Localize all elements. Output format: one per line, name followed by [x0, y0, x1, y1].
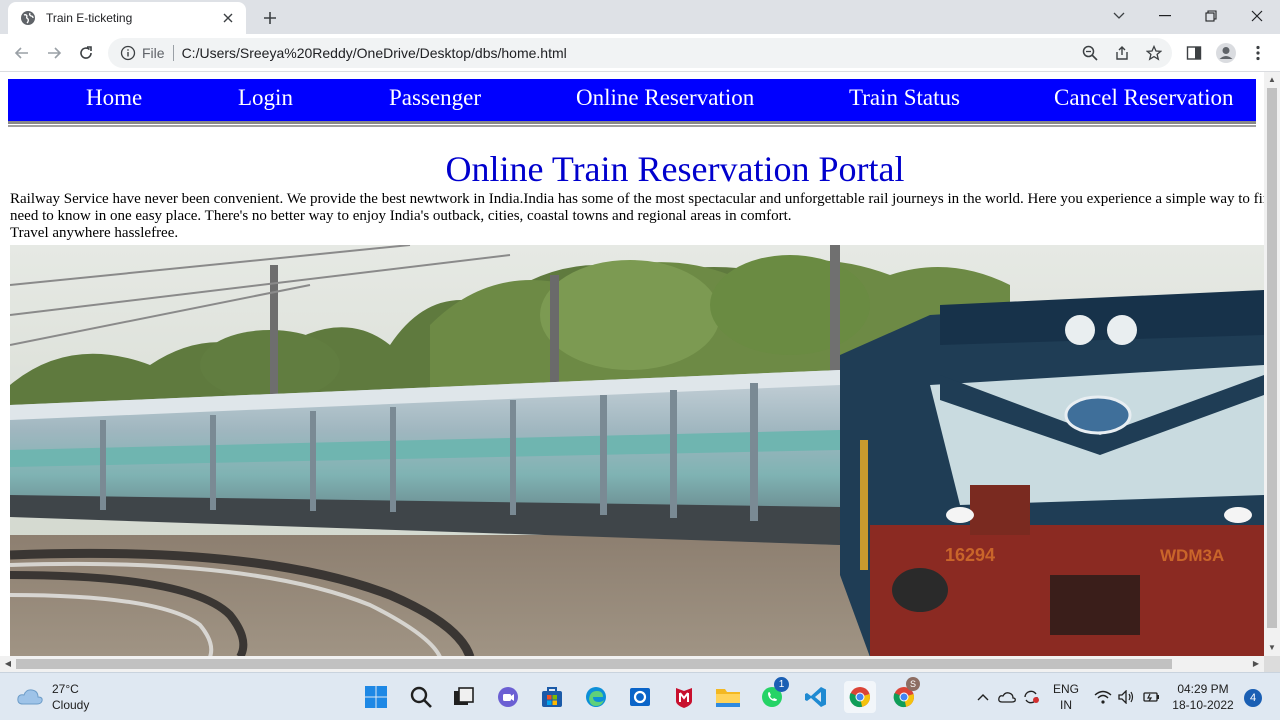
whatsapp-badge: 1 [774, 677, 789, 692]
globe-icon [21, 11, 35, 25]
volume-icon[interactable] [1116, 681, 1138, 713]
bookmark-star-icon[interactable] [1142, 41, 1166, 65]
outlook-icon[interactable] [624, 681, 656, 713]
nav-link-cancel-reservation[interactable]: Cancel Reservation [1054, 85, 1233, 111]
address-separator [172, 45, 174, 61]
address-url[interactable]: C:/Users/Sreeya%20Reddy/OneDrive/Desktop… [182, 45, 567, 61]
nav-link-login[interactable]: Login [238, 85, 293, 111]
reload-button[interactable] [74, 41, 98, 65]
restore-button[interactable] [1188, 0, 1234, 32]
tab-close-icon[interactable] [220, 10, 236, 26]
wifi-icon[interactable] [1092, 681, 1114, 713]
chrome-icon[interactable] [844, 681, 876, 713]
info-icon[interactable] [120, 45, 136, 61]
loco-class: WDM3A [1160, 546, 1224, 565]
system-clock[interactable]: 04:29 PM 18-10-2022 [1168, 681, 1238, 713]
nav-link-online-reservation[interactable]: Online Reservation [576, 85, 754, 111]
language-indicator[interactable]: ENG IN [1050, 681, 1082, 713]
intro-paragraph: Railway Service have never been convenie… [10, 191, 1264, 242]
weather-description: Cloudy [52, 698, 90, 712]
forward-button[interactable] [42, 41, 66, 65]
site-nav-bar: Home Login Passenger Online Reservation … [8, 79, 1256, 124]
vertical-scroll-thumb[interactable] [1267, 88, 1277, 628]
browser-tab-strip: Train E-ticketing [0, 0, 1280, 34]
minimize-button[interactable] [1142, 0, 1188, 32]
weather-widget[interactable]: 27°C Cloudy [16, 681, 89, 713]
zoom-icon[interactable] [1078, 41, 1102, 65]
browser-tab[interactable]: Train E-ticketing [8, 2, 246, 34]
tab-title: Train E-ticketing [46, 11, 133, 25]
notification-count-badge[interactable]: 4 [1244, 689, 1262, 707]
horizontal-scroll-thumb[interactable] [16, 659, 1172, 669]
clock-date: 18-10-2022 [1172, 698, 1234, 712]
language-code: ENG [1052, 682, 1079, 696]
vertical-scrollbar[interactable]: ▲ ▼ [1264, 72, 1280, 656]
edge-browser-icon[interactable] [580, 681, 612, 713]
scroll-right-arrow-icon[interactable]: ▶ [1248, 656, 1264, 672]
windows-taskbar: 27°C Cloudy 1 S ENG IN 04:29 PM 18-10-20… [0, 672, 1280, 720]
intro-line-1: Railway Service have never been convenie… [10, 191, 1264, 207]
chrome-profile-badge: S [906, 677, 920, 691]
nav-link-train-status[interactable]: Train Status [849, 85, 960, 111]
horizontal-scrollbar[interactable]: ◀ ▶ [0, 656, 1264, 672]
mcafee-icon[interactable] [668, 681, 700, 713]
windows-start-button[interactable] [360, 681, 392, 713]
file-explorer-icon[interactable] [712, 681, 744, 713]
nav-link-home[interactable]: Home [86, 85, 142, 111]
teams-chat-icon[interactable] [492, 681, 524, 713]
sync-icon[interactable] [1020, 681, 1042, 713]
vscode-icon[interactable] [800, 681, 832, 713]
nav-link-passenger[interactable]: Passenger [389, 85, 481, 111]
address-bar[interactable]: File C:/Users/Sreeya%20Reddy/OneDrive/De… [108, 38, 1172, 68]
share-icon[interactable] [1110, 41, 1134, 65]
nav-divider-line [8, 125, 1256, 127]
whatsapp-icon[interactable]: 1 [756, 677, 789, 713]
weather-temperature: 27°C [52, 682, 79, 696]
tab-search-icon[interactable] [1096, 0, 1142, 32]
search-icon[interactable] [405, 681, 437, 713]
browser-toolbar: File C:/Users/Sreeya%20Reddy/OneDrive/De… [0, 34, 1280, 72]
loco-number: 16294 [945, 545, 995, 565]
scroll-down-arrow-icon[interactable]: ▼ [1264, 640, 1280, 656]
clock-time: 04:29 PM [1177, 682, 1229, 696]
cloud-icon [17, 689, 43, 705]
page-title: Online Train Reservation Portal [445, 149, 905, 189]
microsoft-store-icon[interactable] [536, 681, 568, 713]
chrome-profile-icon[interactable]: S [888, 677, 920, 713]
address-scheme: File [142, 45, 165, 61]
scroll-left-arrow-icon[interactable]: ◀ [0, 656, 16, 672]
new-tab-button[interactable] [258, 6, 282, 30]
battery-icon[interactable] [1140, 681, 1162, 713]
intro-line-2: need to know in one easy place. There's … [10, 208, 792, 224]
back-button[interactable] [10, 41, 34, 65]
browser-menu-icon[interactable] [1246, 41, 1270, 65]
scroll-up-arrow-icon[interactable]: ▲ [1264, 72, 1280, 88]
train-photo: 16294 WDM3A [10, 245, 1264, 656]
close-window-button[interactable] [1234, 0, 1280, 32]
scrollbar-corner [1264, 656, 1280, 672]
task-view-icon[interactable] [448, 681, 480, 713]
onedrive-cloud-icon[interactable] [996, 681, 1018, 713]
side-panel-icon[interactable] [1182, 41, 1206, 65]
show-hidden-icons-chevron-icon[interactable] [974, 681, 992, 713]
intro-line-3: Travel anywhere hasslefree. [10, 225, 179, 241]
profile-avatar-icon[interactable] [1214, 41, 1238, 65]
page-viewport: Home Login Passenger Online Reservation … [0, 72, 1264, 656]
region-code: IN [1060, 698, 1072, 712]
